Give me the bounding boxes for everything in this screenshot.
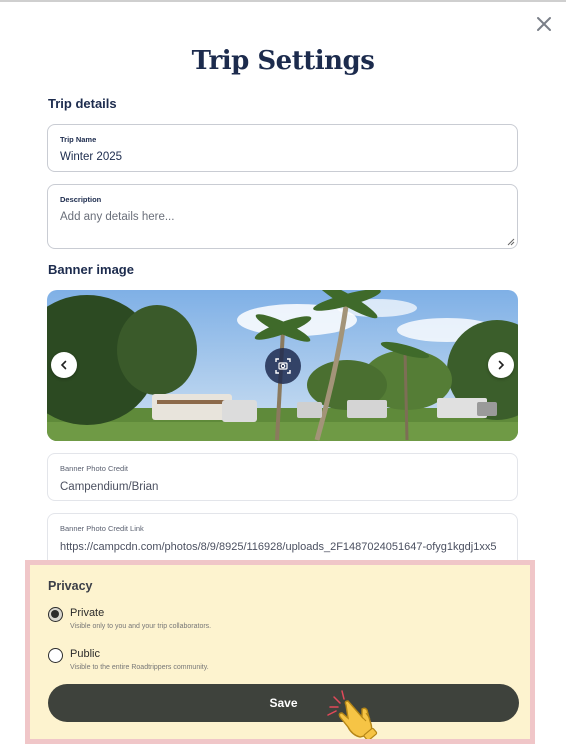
description-placeholder[interactable]: Add any details here...: [60, 211, 174, 223]
private-label: Private: [70, 607, 105, 619]
trip-name-label: Trip Name: [60, 135, 97, 144]
private-radio[interactable]: [48, 607, 63, 622]
private-description: Visible only to you and your trip collab…: [70, 623, 212, 630]
camera-icon: [275, 358, 291, 374]
banner-photo-credit-value[interactable]: Campendium/Brian: [60, 481, 158, 493]
trip-settings-dialog: Trip Settings Trip details Trip Name Win…: [0, 0, 566, 748]
banner-photo-credit-link-label: Banner Photo Credit Link: [60, 524, 144, 533]
prev-image-button[interactable]: [51, 352, 77, 378]
banner-image-heading: Banner image: [48, 262, 134, 277]
banner-photo-credit-link-value[interactable]: https://campcdn.com/photos/8/9/8925/1169…: [60, 541, 510, 553]
chevron-left-icon: [60, 360, 67, 370]
privacy-heading: Privacy: [48, 579, 93, 593]
trip-name-value[interactable]: Winter 2025: [60, 151, 122, 163]
banner-photo-credit-field[interactable]: Banner Photo Credit Campendium/Brian: [47, 453, 518, 501]
description-label: Description: [60, 195, 102, 204]
resize-handle-icon[interactable]: [506, 237, 515, 246]
banner-photo-credit-link-field[interactable]: Banner Photo Credit Link https://campcdn…: [47, 513, 518, 561]
trip-details-heading: Trip details: [48, 96, 117, 111]
change-banner-button[interactable]: [265, 348, 301, 384]
close-icon: [537, 17, 551, 31]
banner-image: [47, 290, 518, 441]
public-description: Visible to the entire Roadtrippers commu…: [70, 664, 209, 671]
dialog-title: Trip Settings: [191, 46, 375, 76]
chevron-right-icon: [498, 360, 505, 370]
privacy-section: Privacy Private Visible only to you and …: [25, 560, 535, 744]
save-button[interactable]: Save: [48, 684, 519, 722]
public-radio[interactable]: [48, 648, 63, 663]
trip-name-field[interactable]: Trip Name Winter 2025: [47, 124, 518, 172]
public-label: Public: [70, 648, 100, 660]
next-image-button[interactable]: [488, 352, 514, 378]
close-button[interactable]: [534, 14, 554, 34]
banner-photo-credit-label: Banner Photo Credit: [60, 464, 128, 473]
description-field[interactable]: Description Add any details here...: [47, 184, 518, 249]
